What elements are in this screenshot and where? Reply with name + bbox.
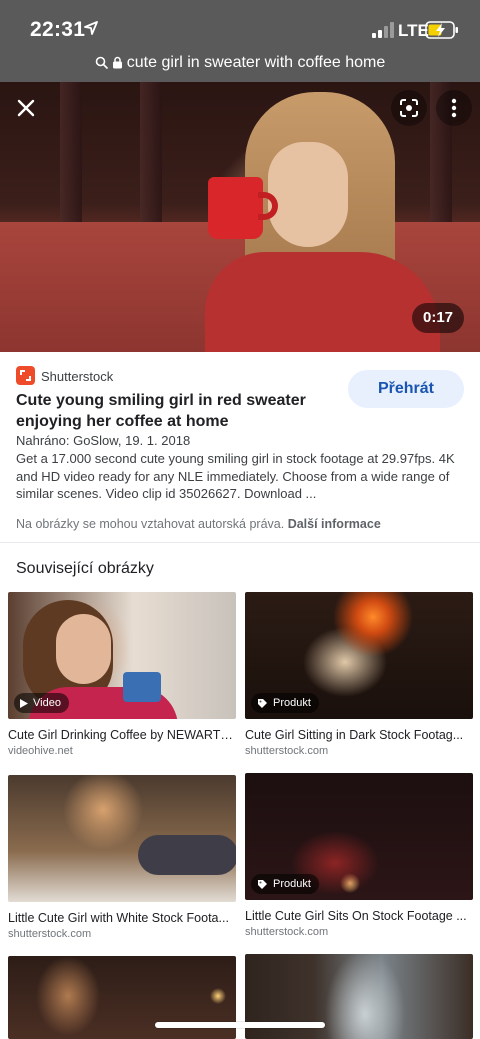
red-mug: [208, 177, 263, 239]
home-indicator[interactable]: [155, 1022, 325, 1028]
tag-icon: [258, 698, 267, 708]
thumb-mug: [123, 672, 161, 702]
related-item-source: shutterstock.com: [245, 926, 329, 938]
related-item-source: shutterstock.com: [245, 745, 329, 757]
more-vert-icon: [451, 98, 457, 118]
girl-face: [268, 142, 348, 247]
badge-label: Produkt: [273, 878, 311, 890]
divider: [0, 542, 480, 543]
thumb-arm: [138, 835, 236, 875]
source-name[interactable]: Shutterstock: [41, 369, 113, 384]
url-query: cute girl in sweater with coffee home: [126, 54, 386, 71]
curtain-fold: [60, 82, 82, 232]
lens-search-button[interactable]: [391, 90, 427, 126]
red-sweater: [205, 252, 440, 352]
play-icon: [20, 698, 28, 708]
signal-strength-icon: [372, 22, 394, 38]
battery-charging-icon: [425, 21, 458, 39]
close-icon: [17, 99, 35, 117]
related-thumbnail[interactable]: [8, 775, 236, 902]
related-item[interactable]: Produkt Cute Girl Sitting in Dark Stock …: [245, 592, 473, 757]
play-button[interactable]: Přehrát: [348, 370, 464, 408]
related-thumbnail[interactable]: Produkt: [245, 592, 473, 719]
curtain-fold: [140, 82, 162, 232]
location-arrow-icon: [84, 21, 98, 35]
copyright-notice: Na obrázky se mohou vztahovat autorská p…: [16, 517, 381, 531]
upload-info: Nahráno: GoSlow, 19. 1. 2018: [16, 433, 191, 448]
related-item[interactable]: Little Cute Girl with White Stock Foota.…: [8, 775, 236, 940]
thumb-face: [56, 614, 111, 684]
related-thumbnail[interactable]: Produkt: [245, 773, 473, 900]
lock-icon: [112, 57, 122, 69]
related-item[interactable]: Video Cute Girl Drinking Coffee by NEWAR…: [8, 592, 236, 757]
related-thumbnail[interactable]: Video: [8, 592, 236, 719]
related-images-heading: Související obrázky: [16, 560, 154, 577]
close-button[interactable]: [8, 90, 44, 126]
related-item-title[interactable]: Cute Girl Drinking Coffee by NEWARTI...: [8, 728, 234, 742]
search-icon: [95, 56, 108, 70]
product-badge: Produkt: [251, 874, 319, 894]
status-time: 22:31: [30, 18, 86, 41]
related-item-title[interactable]: Cute Girl Sitting in Dark Stock Footag..…: [245, 728, 471, 742]
video-preview[interactable]: 0:17: [0, 82, 480, 352]
related-item-source: shutterstock.com: [8, 928, 92, 940]
badge-label: Video: [33, 697, 61, 709]
tag-icon: [258, 879, 267, 889]
lens-icon: [400, 99, 418, 117]
shutterstock-logo-icon: [16, 366, 35, 385]
url-bar[interactable]: cute girl in sweater with coffee home: [0, 50, 480, 76]
more-info-link[interactable]: Další informace: [288, 517, 381, 531]
status-bar: 22:31 LTE: [0, 0, 480, 50]
related-item-source: videohive.net: [8, 745, 73, 757]
more-options-button[interactable]: [436, 90, 472, 126]
related-item-title[interactable]: Little Cute Girl with White Stock Foota.…: [8, 911, 234, 925]
video-duration: 0:17: [412, 303, 464, 333]
badge-label: Produkt: [273, 697, 311, 709]
related-item[interactable]: Produkt Little Cute Girl Sits On Stock F…: [245, 773, 473, 938]
related-item-title[interactable]: Little Cute Girl Sits On Stock Footage .…: [245, 909, 471, 923]
product-badge: Produkt: [251, 693, 319, 713]
result-title[interactable]: Cute young smiling girl in red sweater e…: [16, 390, 336, 432]
result-description: Get a 17.000 second cute young smiling g…: [16, 451, 455, 501]
copyright-text: Na obrázky se mohou vztahovat autorská p…: [16, 517, 285, 531]
video-badge: Video: [14, 693, 69, 713]
browser-chrome: 22:31 LTE cute girl in sweater with coff…: [0, 0, 480, 82]
